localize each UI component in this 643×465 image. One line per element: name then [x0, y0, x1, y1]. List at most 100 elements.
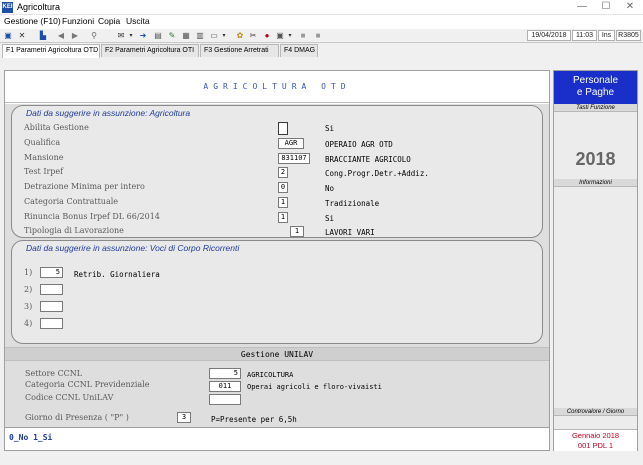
legend-bar: 0_No 1_Si — [4, 427, 550, 451]
info-icon[interactable]: ● — [262, 31, 272, 41]
title-bar: KEI Agricoltura — ☐ ✕ — [0, 0, 643, 15]
brand-line-1: Personale — [572, 75, 619, 86]
field-value: LAVORI VARI — [325, 228, 375, 237]
tab-f2[interactable]: F2 Parametri Agricoltura OTI — [101, 44, 199, 57]
voce-3-input[interactable] — [40, 301, 63, 312]
field-label: Tipologia di Lavorazione — [24, 226, 124, 235]
menu-gestione[interactable]: Gestione (F10) — [4, 16, 61, 26]
legend-text: 0_No 1_Si — [9, 433, 53, 442]
field-label: Settore CCNL — [25, 369, 83, 378]
informazioni-caption: Informazioni — [554, 179, 637, 187]
layout-dropdown-icon[interactable]: ▾ — [219, 31, 229, 41]
forward-arrow-icon[interactable]: ▶ — [70, 31, 80, 41]
unilav-title: Gestione UNILAV — [5, 347, 549, 361]
field-label: Rinuncia Bonus Irpef DL 66/2014 — [24, 212, 160, 221]
form-icon[interactable]: ▤ — [153, 31, 163, 41]
rinuncia-bonus-input[interactable]: 1 — [278, 212, 288, 223]
field-label: Abilita Gestione — [24, 123, 89, 132]
categoria-ccnl-input[interactable]: 011 — [209, 381, 241, 392]
categoria-input[interactable]: 1 — [278, 197, 288, 208]
settings-icon[interactable]: ✿ — [235, 31, 245, 41]
menu-copia[interactable]: Copia — [98, 16, 120, 26]
period-pdl: 001 PDL 1 — [577, 441, 614, 450]
field-value: Cong.Progr.Detr.+Addiz. — [325, 169, 429, 178]
detrazione-input[interactable]: 0 — [278, 182, 288, 193]
field-value: OPERAIO AGR OTD — [325, 140, 393, 149]
menu-uscita[interactable]: Uscita — [126, 16, 150, 26]
maximize-button[interactable]: ☐ — [594, 0, 618, 14]
disabled-icon-1: ■ — [300, 31, 306, 40]
tab-f1[interactable]: F1 Parametri Agricoltura OTD — [2, 44, 100, 58]
form-area: Dati da suggerire in assunzione: Agricol… — [5, 104, 549, 450]
calculator-icon[interactable]: ▥ — [195, 31, 205, 41]
save-icon[interactable]: ▣ — [3, 31, 13, 41]
minimize-button[interactable]: — — [570, 0, 594, 14]
voce-2-input[interactable] — [40, 284, 63, 295]
ins-indicator: Ins — [598, 30, 615, 41]
mail-dropdown-icon[interactable]: ▾ — [126, 31, 136, 41]
group-title: Dati da suggerire in assunzione: Agricol… — [26, 108, 191, 118]
menu-bar: Gestione (F10) Funzioni Copia Uscita — [0, 15, 643, 29]
field-value: Operai agricoli e floro-vivaisti — [247, 383, 382, 391]
voce-description: Retrib. Giornaliera — [74, 270, 160, 279]
field-label: Mansione — [24, 153, 64, 162]
cancel-icon[interactable]: ✕ — [17, 31, 27, 41]
voce-number: 4) — [24, 319, 33, 328]
mail-icon[interactable]: ✉ — [116, 31, 126, 41]
period-month: Gennaio 2018 — [571, 431, 620, 440]
grid-icon[interactable]: ▦ — [181, 31, 191, 41]
group-voci-ricorrenti: Dati da suggerire in assunzione: Voci di… — [11, 240, 543, 344]
right-panel: Personale e Paghe Tasti Funzione 2018 In… — [553, 70, 638, 451]
code-display: R3805 — [616, 30, 641, 41]
field-label: Categoria CCNL Previdenziale — [25, 380, 150, 389]
field-label: Giorno di Presenza ( "P" ) — [25, 413, 129, 422]
voce-4-input[interactable] — [40, 318, 63, 329]
date-display: 19/04/2018 — [527, 30, 571, 41]
field-value: Si — [325, 124, 335, 133]
field-value: Tradizionale — [325, 199, 380, 208]
close-button[interactable]: ✕ — [618, 0, 642, 14]
qualifica-input[interactable]: AGR — [278, 138, 304, 149]
print-icon[interactable]: ▣ — [275, 31, 285, 41]
mansione-input[interactable]: 831107 — [278, 153, 310, 164]
back-arrow-icon[interactable]: ◀ — [56, 31, 66, 41]
field-label: Codice CCNL UniLAV — [25, 393, 114, 402]
edit-icon[interactable]: ✎ — [167, 31, 177, 41]
print-dropdown-icon[interactable]: ▾ — [285, 31, 295, 41]
test-irpef-input[interactable]: 2 — [278, 167, 288, 178]
main-form: AGRICOLTURA OTD Dati da suggerire in ass… — [4, 70, 550, 451]
brand-header: Personale e Paghe — [554, 71, 637, 104]
tool-icon[interactable]: ▙ — [38, 31, 48, 41]
abilita-gestione-input[interactable] — [278, 122, 288, 135]
time-display: 11:03 — [572, 30, 597, 41]
tipologia-input[interactable]: 1 — [290, 226, 304, 237]
tab-f4[interactable]: F4 DMAG — [280, 44, 318, 57]
voce-1-input[interactable]: 5 — [40, 267, 63, 278]
search-icon[interactable]: ⚲ — [89, 31, 99, 41]
group-title: Dati da suggerire in assunzione: Voci di… — [26, 243, 240, 253]
field-label: Test Irpef — [24, 167, 64, 176]
field-value: P=Presente per 6,5h — [211, 415, 297, 424]
codice-ccnl-input[interactable] — [209, 394, 241, 405]
field-value: Si — [325, 214, 335, 223]
group-agricoltura: Dati da suggerire in assunzione: Agricol… — [11, 105, 543, 238]
voce-number: 3) — [24, 302, 33, 311]
menu-funzioni[interactable]: Funzioni — [62, 16, 94, 26]
tab-f3[interactable]: F3 Gestione Arretrati — [200, 44, 279, 57]
field-value: AGRICOLTURA — [247, 371, 294, 379]
field-value: BRACCIANTE AGRICOLO — [325, 155, 411, 164]
brand-line-2: e Paghe — [576, 87, 615, 98]
settore-ccnl-input[interactable]: 5 — [209, 368, 241, 379]
giorno-presenza-input[interactable]: 3 — [177, 412, 191, 423]
controvalore-caption: Controvalore / Giorno — [554, 408, 637, 416]
layout-icon[interactable]: ▭ — [209, 31, 219, 41]
toolbar: ▣ ✕ ▙ ◀ ▶ ⚲ ✉ ▾ ➜ ▤ ✎ ▦ ▥ ▭ ▾ ✿ ✂ ● ▣ ▾ … — [0, 29, 643, 43]
window-title: Agricoltura — [17, 2, 61, 12]
tasti-funzione-caption: Tasti Funzione — [554, 104, 637, 112]
year-display: 2018 — [575, 149, 616, 169]
tools-icon[interactable]: ✂ — [248, 31, 258, 41]
page-banner: AGRICOLTURA OTD — [5, 71, 549, 103]
disabled-icon-2: ■ — [315, 31, 321, 40]
voce-number: 2) — [24, 285, 33, 294]
export-icon[interactable]: ➜ — [138, 31, 148, 41]
